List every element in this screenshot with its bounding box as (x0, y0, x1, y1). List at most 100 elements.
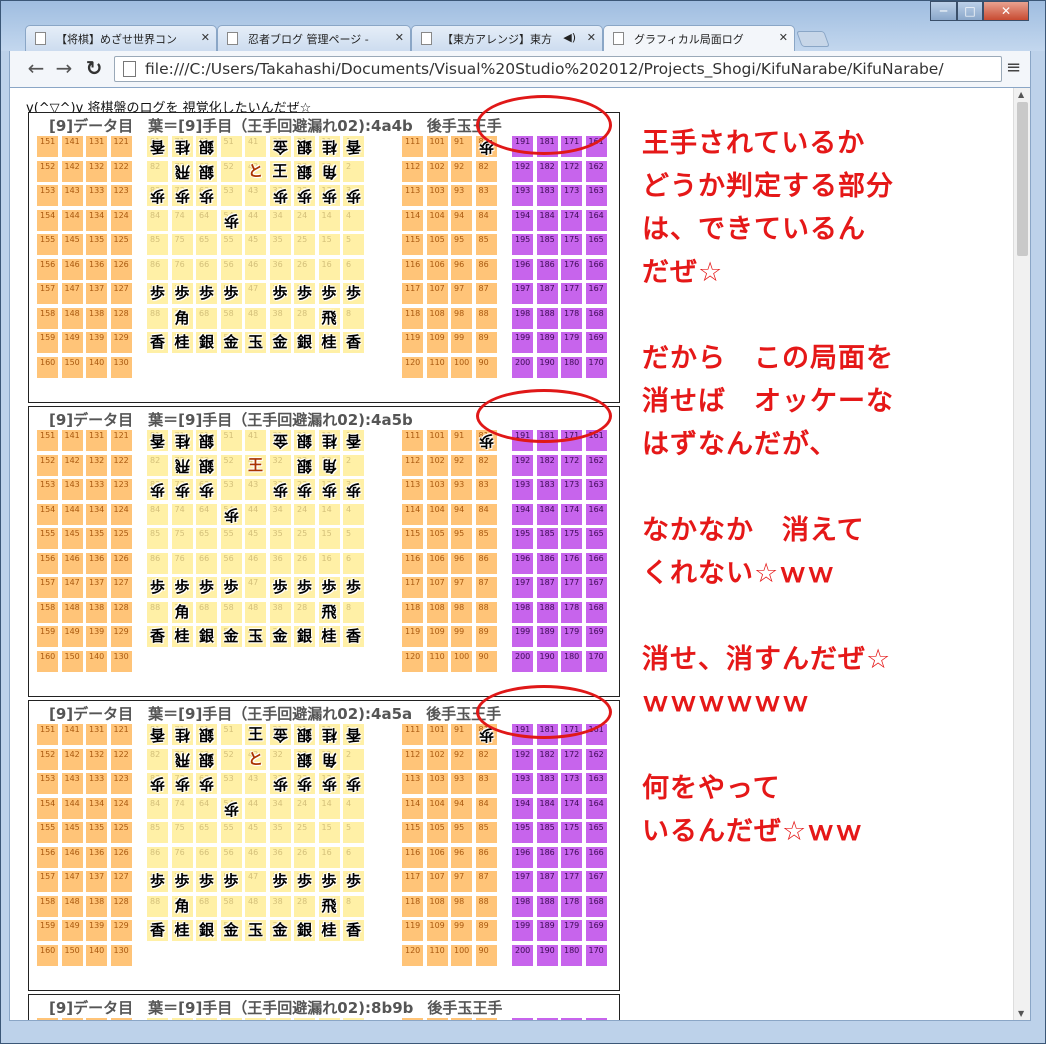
board-square: 140 (86, 356, 107, 378)
board-square: 157 (37, 871, 58, 892)
board-square: 53 (220, 185, 242, 206)
reload-icon[interactable]: ↻ (82, 57, 106, 81)
board-square: 177 (561, 871, 582, 892)
board-square: 172 (561, 454, 582, 476)
board-square: 65 (196, 528, 217, 549)
tab-label: 忍者ブログ 管理ページ - (248, 33, 369, 46)
board-square: 151 (37, 724, 58, 745)
board-square: 123 (110, 773, 132, 794)
board-square: 93 (451, 185, 472, 206)
board-square: 83 (475, 773, 497, 794)
board-square: 168 (585, 895, 607, 917)
board-square: 85 (475, 234, 497, 255)
board-square: 38 (269, 601, 291, 623)
board-square: 143 (61, 773, 83, 794)
board-square: 2 (343, 748, 364, 770)
maximize-button[interactable]: □ (957, 1, 983, 21)
sente-piece: 歩 (272, 284, 288, 302)
board-square: 127 (110, 871, 132, 892)
tab-touhou-arrange[interactable]: 【東方アレンジ】東方 ◀) ✕ (411, 25, 603, 51)
board-square: 2 (343, 160, 364, 182)
close-icon[interactable]: ✕ (779, 31, 788, 44)
board-square: 179 (561, 626, 582, 647)
board-square: 75 (171, 234, 193, 255)
board-square: 82 (147, 454, 168, 476)
board-square: 192 (512, 160, 533, 182)
board-square: 136 (86, 258, 107, 280)
scroll-down-icon[interactable]: ▼ (1018, 1009, 1024, 1018)
board-square: 111 (402, 430, 423, 451)
board-square: 82 (475, 748, 497, 770)
board-square: 74 (171, 503, 193, 525)
board-square: 130 (110, 356, 132, 378)
board-square: 96 (451, 846, 472, 868)
board-square: 150 (61, 650, 83, 672)
board-square: 159 (37, 920, 58, 941)
board-square: 8 (343, 307, 364, 329)
sente-piece: 香 (149, 921, 165, 939)
close-icon[interactable]: ✕ (587, 31, 596, 44)
board-square: 107 (426, 871, 448, 892)
tab-shogi-contest[interactable]: 【将棋】めざせ世界コン ✕ (25, 25, 217, 51)
board-square: 122 (110, 748, 132, 770)
board-square: 158 (37, 601, 58, 623)
minimize-button[interactable]: ─ (930, 1, 957, 21)
board-square: 119 (402, 920, 423, 941)
highlight-oval (476, 389, 612, 443)
board-square: 86 (475, 846, 497, 868)
board-square: 193 (512, 773, 533, 794)
tab-ninja-blog[interactable]: 忍者ブログ 管理ページ - ✕ (217, 25, 411, 51)
board-square: 58 (220, 895, 242, 917)
board-square: 76 (171, 258, 193, 280)
board-square: 91 (451, 136, 472, 157)
board-square: 43 (245, 773, 266, 794)
board-square: 198 (512, 895, 533, 917)
close-icon[interactable]: ✕ (201, 31, 210, 44)
gote-piece: 歩 (150, 187, 166, 205)
board-square: 164 (585, 209, 607, 231)
board-square: 92 (451, 748, 472, 770)
board-square: 92 (451, 160, 472, 182)
board-square: 26 (294, 552, 315, 574)
tab-graphical-log[interactable]: グラフィカル局面ログ ✕ (603, 25, 795, 51)
board-square: 4 (343, 209, 364, 231)
board-square: 186 (536, 552, 558, 574)
board-square: 143 (61, 479, 83, 500)
sente-piece: 歩 (223, 578, 239, 596)
gote-piece: 歩 (272, 775, 288, 793)
back-icon[interactable]: ← (24, 57, 48, 81)
board-square: 88 (475, 307, 497, 329)
gote-piece: 銀 (199, 456, 215, 475)
board-square: 135 (86, 234, 107, 255)
board-square: 82 (147, 748, 168, 770)
forward-icon[interactable]: → (52, 57, 76, 81)
gote-piece: 歩 (174, 481, 190, 499)
board-square: 32 (269, 454, 291, 476)
close-icon[interactable]: ✕ (395, 31, 404, 44)
scrollbar[interactable]: ▲ ▼ (1013, 88, 1030, 1020)
scroll-thumb[interactable] (1017, 102, 1028, 256)
note-line: 王手されているか (642, 128, 866, 159)
board-square: 15 (318, 528, 340, 549)
new-tab-button[interactable] (796, 31, 830, 47)
toolbar: ← → ↻ file:///C:/Users/Takahashi/Documen… (9, 51, 1031, 87)
board-square: 109 (426, 332, 448, 353)
board-square: 52 (220, 454, 242, 476)
board-square: 93 (451, 479, 472, 500)
board-square: 197 (512, 871, 533, 892)
address-bar[interactable]: file:///C:/Users/Takahashi/Documents/Vis… (114, 56, 1002, 82)
note-line: だから この局面を (642, 343, 894, 374)
board-square: 6 (343, 846, 364, 868)
board-square: 96 (451, 552, 472, 574)
board-square: 68 (196, 895, 217, 917)
board-square: 100 (451, 650, 472, 672)
note-line: 消せ、消すんだぜ☆ (642, 644, 892, 675)
scroll-up-icon[interactable]: ▲ (1018, 90, 1024, 99)
board-square: 110 (426, 650, 448, 672)
close-window-button[interactable]: ✕ (983, 1, 1029, 21)
sente-piece: 歩 (296, 284, 312, 302)
panel-header: [9]データ目 葉＝[9]手目（王手回避漏れ02):4a5b (49, 409, 427, 430)
board-square: 126 (110, 258, 132, 280)
menu-icon[interactable]: ≡ (1006, 57, 1021, 78)
board-square: 91 (451, 430, 472, 451)
